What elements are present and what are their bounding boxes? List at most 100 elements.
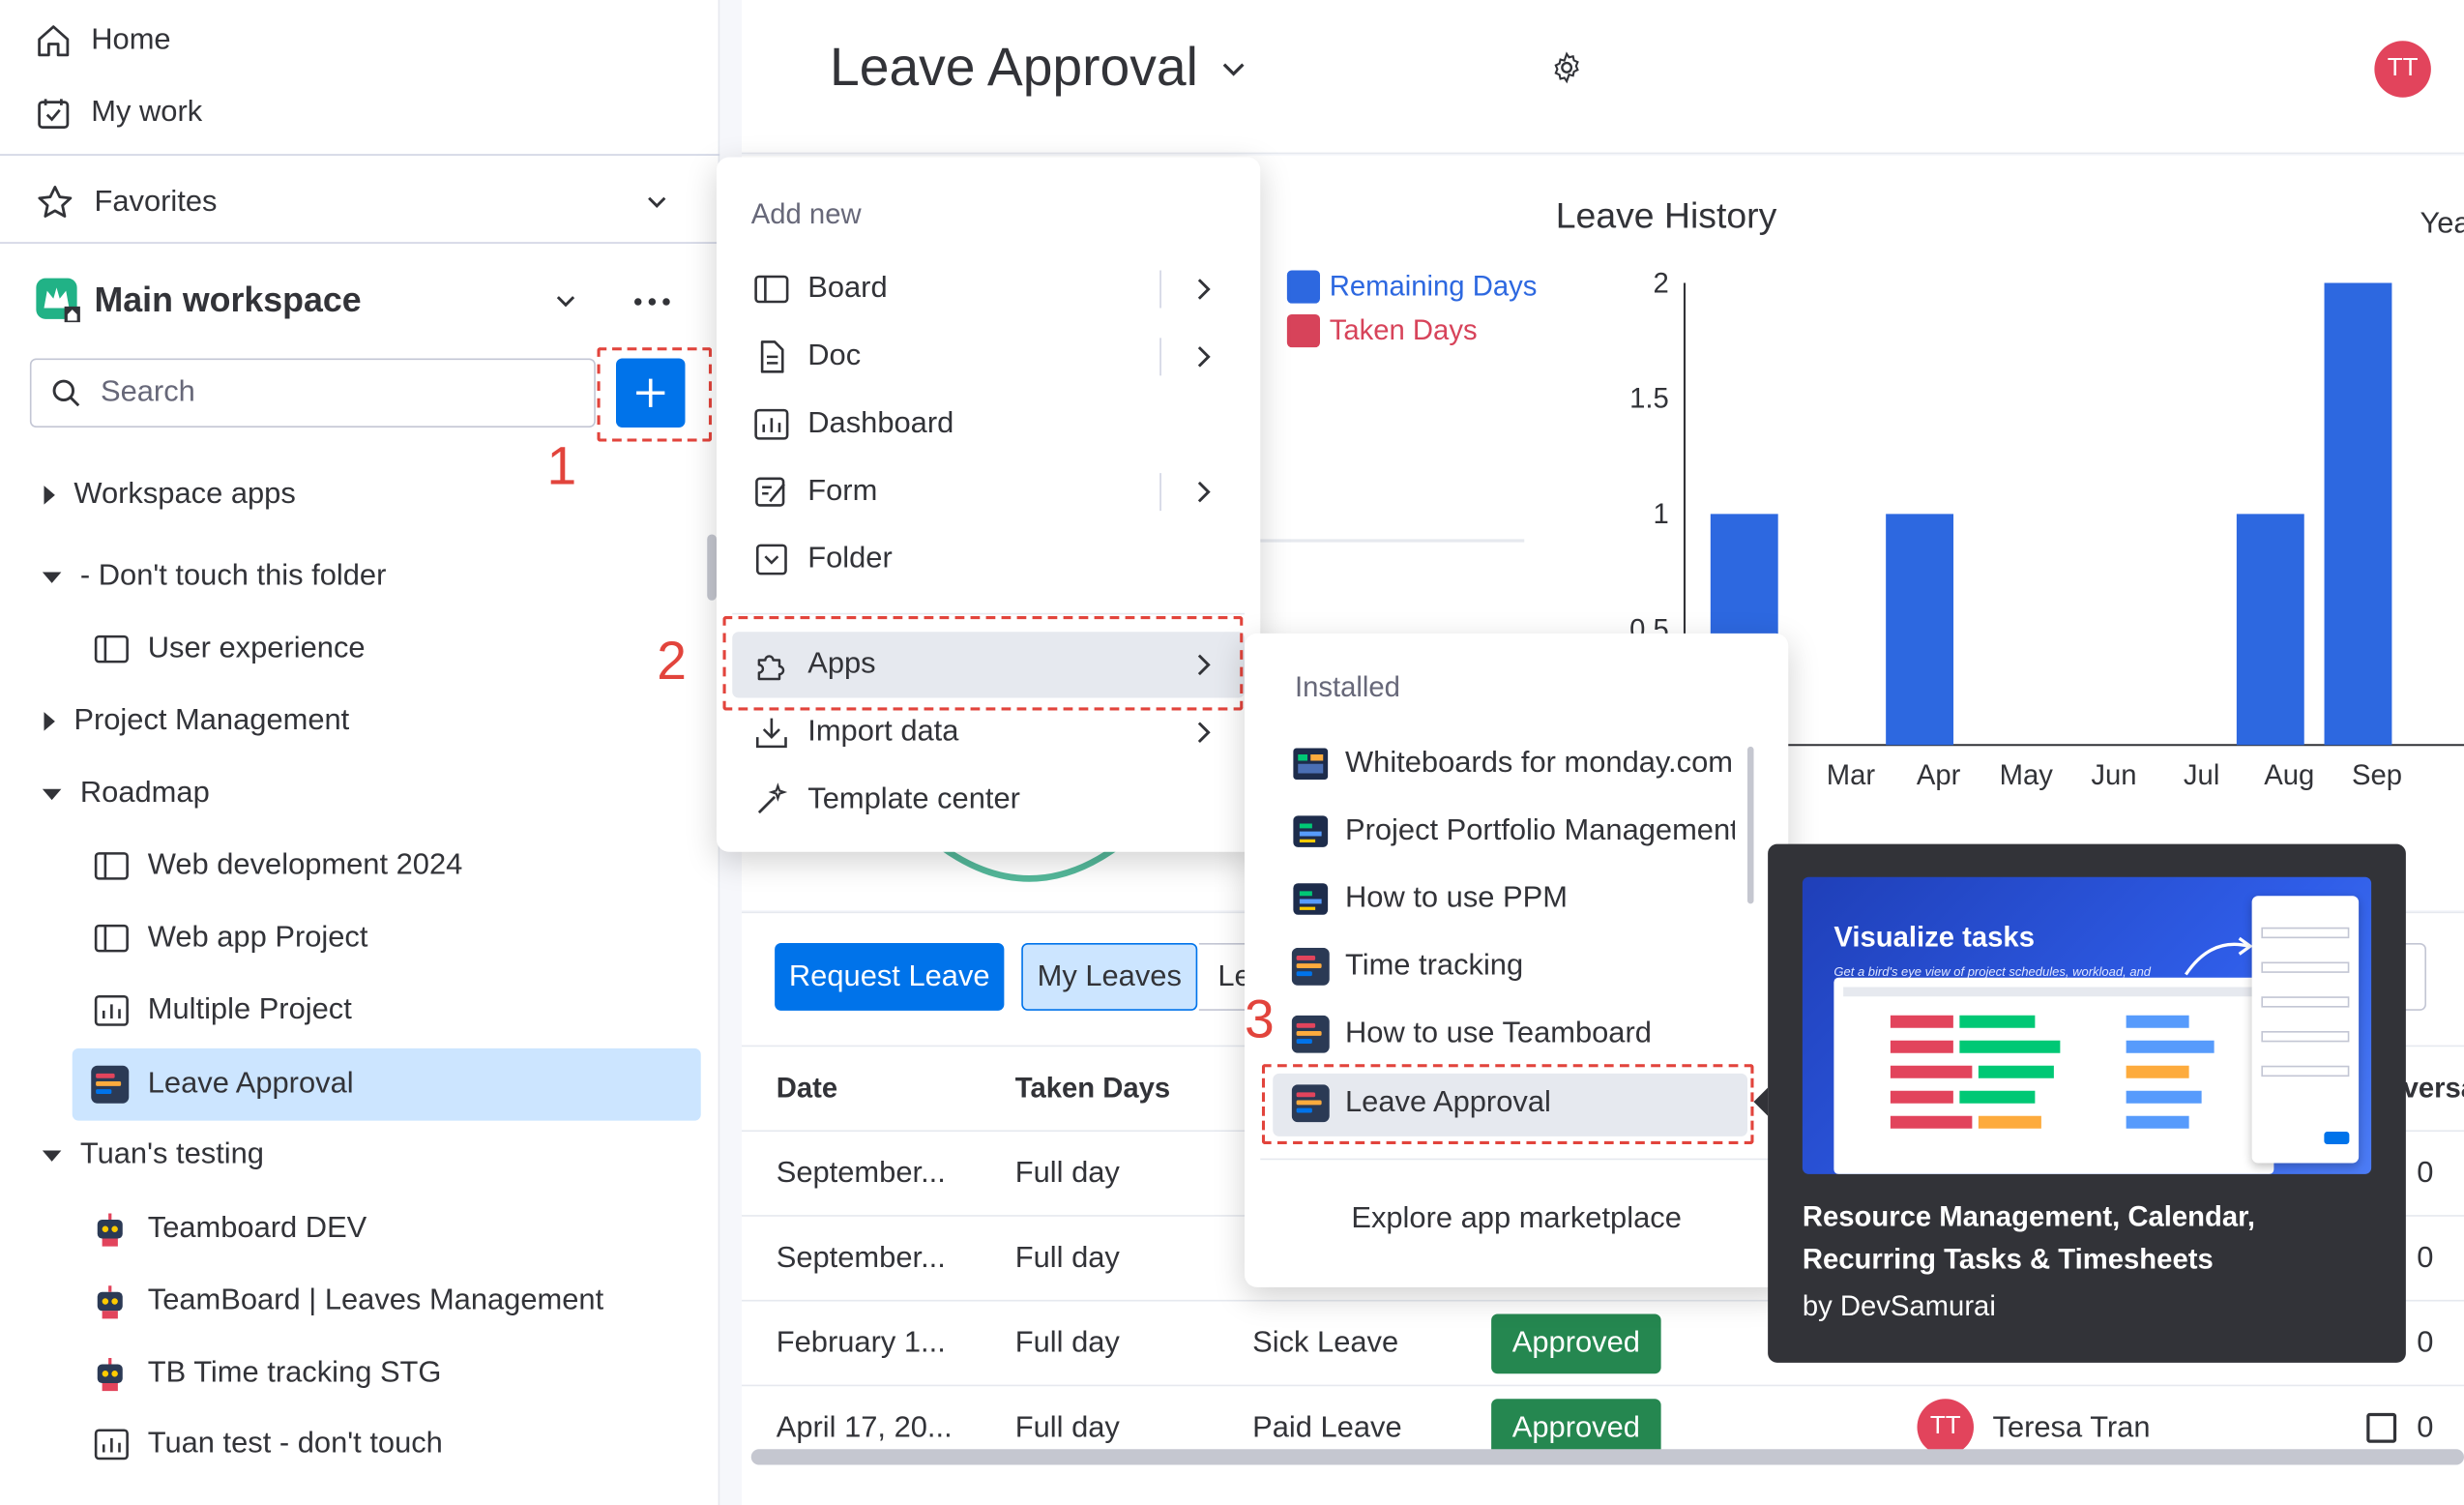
legend-taken[interactable]: Taken Days [1286,314,1478,348]
chevron-down-icon [1220,54,1248,82]
legend-swatch [1286,270,1320,304]
tree-label: User experience [147,632,366,665]
callout-step-2 [722,616,1244,711]
workspace-logo-icon [35,277,80,324]
status-badge[interactable]: Approved [1491,1313,1661,1374]
column-header-date[interactable]: Date [777,1072,837,1105]
avatar: TT [1917,1399,1974,1456]
menu-item-template-center[interactable]: Template center [754,769,1226,832]
chevron-down-icon [644,191,669,216]
app-item-ppm[interactable]: Project Portfolio Management [1292,812,1735,850]
tree-label: - Don't touch this folder [79,559,387,593]
column-header-cut[interactable]: versa [2403,1072,2464,1105]
cell-taken: Full day [1014,1157,1120,1191]
nav-home[interactable]: Home [35,22,171,60]
folder-icon [754,543,789,577]
app-item-how-to-ppm[interactable]: How to use PPM [1292,880,1735,918]
tree-folder-dont-touch[interactable]: - Don't touch this folder [42,559,387,595]
tree-item-tuan-test[interactable]: Tuan test - don't touch [94,1428,443,1462]
app-item-time-tracking[interactable]: Time tracking [1291,947,1735,986]
magic-wand-icon [754,782,789,817]
menu-item-import-data[interactable]: Import data [754,701,1226,764]
tree-item-multiple-project[interactable]: Multiple Project [94,993,352,1028]
chevron-down-icon[interactable] [553,289,578,314]
tree-item-teamboard-dev[interactable]: Teamboard DEV [91,1210,367,1248]
nav-my-work[interactable]: My work [35,95,202,133]
more-options-icon[interactable] [633,296,671,309]
tree-item-web-development[interactable]: Web development 2024 [94,848,463,884]
search-input[interactable] [101,375,541,411]
menu-item-folder[interactable]: Folder [754,528,1226,591]
menu-item-form[interactable]: Form [754,460,1226,523]
x-tick-label: Mar [1827,760,1876,791]
app-item-whiteboards[interactable]: Whiteboards for monday.com [1292,745,1735,782]
tooltip-app-vendor: by DevSamurai [1802,1290,1996,1322]
tree-folder-tuans-testing[interactable]: Tuan's testing [42,1138,264,1173]
nav-home-label: Home [91,23,171,57]
legend-remaining[interactable]: Remaining Days [1286,270,1538,304]
tree-folder-roadmap[interactable]: Roadmap [42,776,210,812]
bar-apr [1886,514,1954,746]
workspace-selector[interactable]: Main workspace [35,277,362,324]
menu-header: Add new [750,197,862,230]
tree-label: Web app Project [147,921,368,955]
tree-folder-project-management[interactable]: Project Management [44,704,350,739]
submenu-scrollbar[interactable] [1747,746,1754,904]
tree-item-leave-approval[interactable]: Leave Approval [91,1065,354,1104]
board-icon [94,923,130,955]
tree-label: Teamboard DEV [147,1211,367,1245]
chevron-right-icon [1194,480,1214,505]
app-item-how-to-teamboard[interactable]: How to use Teamboard [1291,1015,1735,1053]
board-header: Leave Approval [742,0,2464,155]
board-icon [94,634,130,665]
robot-app-icon [91,1355,129,1393]
board-title-dropdown[interactable]: Leave Approval [830,38,1248,99]
caret-right-icon [44,486,55,505]
menu-item-board[interactable]: Board [754,258,1226,321]
gear-icon[interactable] [1549,50,1584,85]
import-icon [754,715,789,750]
explore-marketplace-link[interactable]: Explore app marketplace [1245,1202,1788,1237]
form-icon [754,475,789,510]
tree-label: Project Management [73,704,350,738]
checkbox-icon[interactable] [2366,1412,2397,1443]
tree-label: Leave Approval [147,1067,354,1101]
y-tick-label: 1 [1653,499,1668,530]
preview-heading: Visualize tasks [1833,921,2035,953]
menu-item-dashboard[interactable]: Dashboard [754,393,1226,456]
cell-date: April 17, 20... [776,1411,953,1445]
nav-favorites[interactable]: Favorites [35,183,670,223]
cell-date: September... [776,1241,946,1275]
app-item-label: Whiteboards for monday.com [1345,746,1733,780]
tree-label: Workspace apps [73,478,296,512]
tree-item-user-experience[interactable]: User experience [94,632,366,666]
app-item-label: Project Portfolio Management [1345,813,1735,847]
tree-item-tb-time-tracking[interactable]: TB Time tracking STG [91,1355,441,1393]
horizontal-scrollbar[interactable] [750,1449,2464,1465]
request-leave-button[interactable]: Request Leave [775,943,1005,1011]
menu-item-label: Folder [807,542,893,575]
caret-down-icon [42,571,62,583]
tree-label: Roadmap [79,776,210,810]
search-box[interactable] [29,358,596,428]
menu-item-doc[interactable]: Doc [754,325,1226,388]
submenu-header: Installed [1295,670,1400,703]
y-tick-label: 1.5 [1629,384,1669,415]
teamboard-app-icon [91,1065,130,1104]
callout-step-1 [597,347,713,442]
column-header-taken-days[interactable]: Taken Days [1015,1072,1170,1105]
tab-my-leaves[interactable]: My Leaves [1021,943,1198,1011]
app-item-label: How to use Teamboard [1345,1017,1652,1050]
teamboard-app-icon [1291,947,1330,986]
tree-folder-workspace-apps[interactable]: Workspace apps [44,478,296,513]
sidebar-resize-handle[interactable] [707,534,717,601]
preview-panel-mock [2251,896,2360,1164]
tree-label: Web development 2024 [147,848,463,882]
legend-label: Remaining Days [1329,270,1538,303]
avatar[interactable]: TT [2374,41,2431,98]
robot-app-icon [91,1210,129,1248]
tree-item-web-app-project[interactable]: Web app Project [94,921,368,956]
board-title: Leave Approval [830,38,1198,98]
workspace-name: Main workspace [94,280,362,319]
tree-item-teamboard-leaves[interactable]: TeamBoard | Leaves Management [91,1283,603,1320]
